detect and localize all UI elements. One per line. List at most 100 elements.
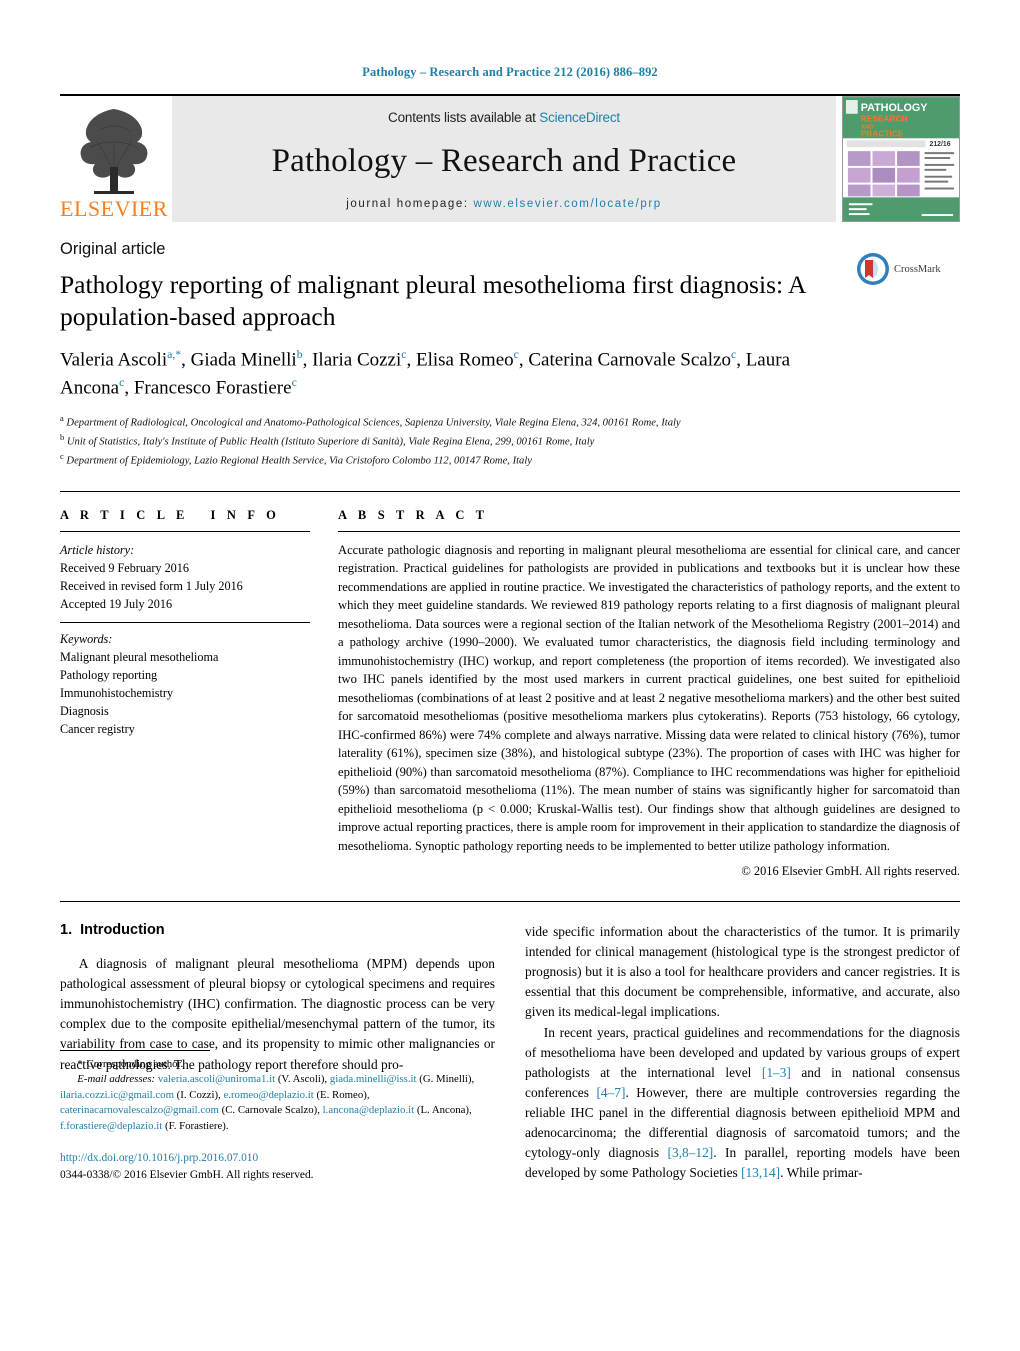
keyword-item: Malignant pleural mesothelioma — [60, 649, 219, 664]
abstract-column: A B S T R A C T Accurate pathologic diag… — [338, 508, 960, 880]
body-column-left: 1. Introduction A diagnosis of malignant … — [60, 922, 495, 1183]
author-name: Giada Minelli — [190, 349, 297, 371]
email-owner: (I. Cozzi) — [173, 1088, 219, 1101]
article-info-column: A R T I C L E I N F O Article history: R… — [60, 508, 310, 880]
article-head: CrossMark Original article Pathology rep… — [60, 240, 960, 469]
masthead-center: Contents lists available at ScienceDirec… — [172, 96, 836, 222]
journal-cover-thumbnail: PATHOLOGY RESEARCH AND PRACTICE 212/16 — [842, 96, 960, 222]
sciencedirect-link[interactable]: ScienceDirect — [539, 110, 620, 125]
author-affiliation-mark: c — [401, 348, 407, 362]
doi-block: http://dx.doi.org/10.1016/j.prp.2016.07.… — [60, 1150, 480, 1183]
article-info-heading: A R T I C L E I N F O — [60, 507, 281, 522]
elsevier-logo: ELSEVIER — [60, 96, 168, 222]
svg-text:212/16: 212/16 — [930, 141, 951, 148]
elsevier-wordmark: ELSEVIER — [60, 196, 168, 221]
keyword-item: Cancer registry — [60, 721, 135, 736]
crossmark-icon — [857, 253, 889, 285]
email-link[interactable]: f.forastiere@deplazio.it — [60, 1120, 162, 1132]
article-history-line: Accepted 19 July 2016 — [60, 596, 173, 611]
keyword-item: Diagnosis — [60, 703, 109, 718]
contents-prefix: Contents lists available at — [388, 110, 540, 125]
email-link[interactable]: l.ancona@deplazio.it — [323, 1104, 414, 1116]
email-owner: (F. Forastiere) — [162, 1119, 226, 1132]
article-type: Original article — [60, 240, 166, 258]
affiliation-line: c Department of Epidemiology, Lazio Regi… — [60, 450, 532, 467]
svg-text:PATHOLOGY: PATHOLOGY — [861, 102, 929, 114]
author-affiliation-mark: b — [296, 348, 303, 362]
article-history-label: Article history: — [60, 542, 135, 557]
contents-available-line: Contents lists available at ScienceDirec… — [388, 110, 620, 125]
article-history-list: Received 9 February 2016 Received in revi… — [60, 559, 310, 613]
intro-paragraph-2: In recent years, practical guidelines an… — [525, 1024, 961, 1181]
homepage-prefix: journal homepage: — [346, 198, 474, 210]
corresponding-author-star: * — [77, 1057, 83, 1070]
crossmark-label: CrossMark — [894, 263, 941, 275]
author-affiliation-mark: c — [730, 348, 737, 362]
keyword-item: Immunohistochemistry — [60, 685, 174, 700]
email-link[interactable]: caterinacarnovalescalzo@gmail.com — [60, 1104, 219, 1116]
author-affiliation-mark: c — [119, 375, 125, 389]
corresponding-author-note: * Corresponding author. — [60, 1057, 480, 1073]
running-head: Pathology – Research and Practice 212 (2… — [362, 65, 658, 79]
keywords-label: Keywords: — [60, 631, 113, 646]
citation-link[interactable]: [4–7] — [596, 1085, 625, 1100]
keywords-block: Keywords: Malignant pleural mesothelioma… — [60, 621, 310, 738]
footnote-rule — [60, 1049, 210, 1051]
author-name: Valeria Ascoli — [60, 349, 168, 371]
body-columns: 1. Introduction A diagnosis of malignant … — [60, 901, 960, 1183]
journal-homepage-link[interactable]: www.elsevier.com/locate/prp — [473, 198, 661, 210]
crossmark-badge[interactable]: CrossMark — [856, 252, 960, 286]
email-owner: (C. Carnovale Scalzo) — [218, 1104, 318, 1117]
journal-title: Pathology – Research and Practice — [271, 143, 737, 179]
author-list: Valeria Ascolia,*, Giada Minellib, Ilari… — [60, 348, 791, 398]
author-name: Elisa Romeo — [416, 349, 514, 371]
svg-text:RESEARCH: RESEARCH — [861, 114, 908, 124]
info-abstract-block: A R T I C L E I N F O Article history: R… — [60, 490, 960, 880]
keywords-list: Malignant pleural mesothelioma Pathology … — [60, 648, 310, 738]
citation-link[interactable]: [3,8–12] — [668, 1145, 714, 1160]
page-title: Pathology reporting of malignant pleural… — [60, 270, 806, 332]
elsevier-tree-icon — [80, 109, 148, 194]
citation-link[interactable]: [13,14] — [741, 1165, 780, 1180]
affiliation-list: a Department of Radiological, Oncologica… — [60, 412, 960, 469]
abstract-text: Accurate pathologic diagnosis and report… — [338, 542, 960, 853]
journal-homepage-line: journal homepage: www.elsevier.com/locat… — [346, 198, 662, 210]
email-owner: (E. Romeo) — [313, 1088, 367, 1101]
affiliation-line: a Department of Radiological, Oncologica… — [60, 412, 681, 429]
affiliation-line: b Unit of Statistics, Italy's Institute … — [60, 431, 595, 448]
article-history-line: Received 9 February 2016 — [60, 560, 189, 575]
email-owner: (G. Minelli) — [416, 1073, 472, 1086]
email-addresses-label: E-mail addresses: — [77, 1073, 156, 1086]
article-history-line: Received in revised form 1 July 2016 — [60, 578, 243, 593]
cover-artwork: PATHOLOGY RESEARCH AND PRACTICE 212/16 — [843, 97, 959, 221]
email-link[interactable]: valeria.ascoli@uniroma1.it — [158, 1073, 275, 1085]
issn-copyright-line: 0344-0338/© 2016 Elsevier GmbH. All righ… — [60, 1168, 314, 1181]
section-number: 1. — [60, 922, 73, 939]
author-name: Francesco Forastiere — [133, 376, 292, 398]
email-owner: (L. Ancona) — [414, 1104, 470, 1117]
email-addresses-note: E-mail addresses: valeria.ascoli@uniroma… — [60, 1072, 480, 1134]
email-link[interactable]: giada.minelli@iss.it — [330, 1073, 417, 1085]
email-owner: (V. Ascoli) — [275, 1073, 325, 1086]
doi-link[interactable]: http://dx.doi.org/10.1016/j.prp.2016.07.… — [60, 1150, 480, 1167]
section-title: Introduction — [80, 922, 165, 939]
corresponding-author-text: Corresponding author. — [86, 1057, 184, 1070]
intro-paragraph-1-right: vide specific information about the char… — [525, 924, 960, 1020]
abstract-heading: A B S T R A C T — [338, 507, 489, 522]
section-heading-introduction: 1. Introduction — [60, 922, 495, 938]
author-affiliation-mark: a,* — [167, 348, 182, 362]
author-affiliation-mark: c — [513, 348, 519, 362]
abstract-copyright: © 2016 Elsevier GmbH. All rights reserve… — [741, 864, 960, 879]
email-link[interactable]: ilaria.cozzi.ic@gmail.com — [60, 1089, 174, 1101]
paper-page: Pathology – Research and Practice 212 (2… — [0, 0, 1020, 1351]
body-column-right: vide specific information about the char… — [525, 922, 960, 1183]
email-link[interactable]: e.romeo@deplazio.it — [223, 1089, 313, 1101]
svg-text:PRACTICE: PRACTICE — [861, 128, 904, 138]
journal-masthead: ELSEVIER Contents lists available at Sci… — [60, 94, 960, 222]
keyword-item: Pathology reporting — [60, 667, 158, 682]
citation-link[interactable]: [1–3] — [762, 1065, 791, 1080]
author-name: Ilaria Cozzi — [312, 349, 402, 371]
footnote-area: * Corresponding author. E-mail addresses:… — [60, 1049, 480, 1184]
author-affiliation-mark: c — [291, 375, 297, 389]
author-name: Caterina Carnovale Scalzo — [528, 349, 731, 371]
